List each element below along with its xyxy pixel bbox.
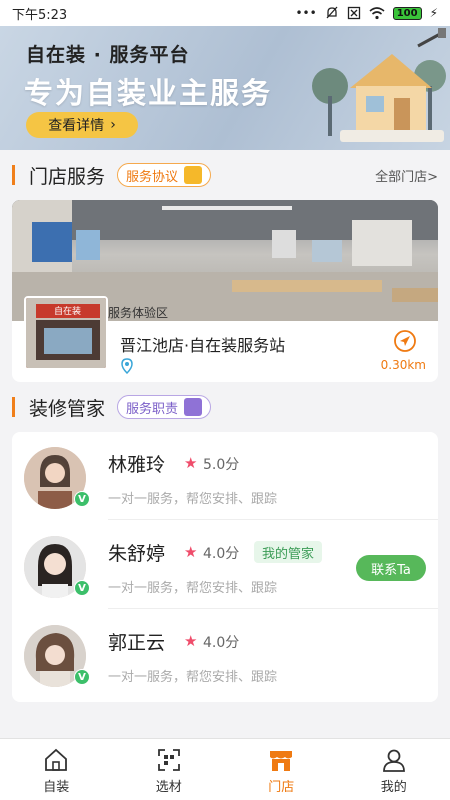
banner-headline: 专为自装业主服务 <box>24 76 273 110</box>
store-icon <box>270 751 293 771</box>
service-agreement-label: 服务协议 <box>126 169 179 185</box>
status-time: 下午5:23 <box>12 7 68 23</box>
steward-name: 郭正云 <box>108 632 166 654</box>
divider <box>108 608 438 609</box>
store-section-title: 门店服务 <box>29 165 106 188</box>
steward-section-title: 装修管家 <box>29 397 106 420</box>
tab-profile[interactable]: 我的 <box>338 739 450 800</box>
store-thumb-sign: 自在装 <box>54 307 82 317</box>
steward-score: 4.0分 <box>203 546 240 562</box>
promo-banner[interactable]: 自在装 · 服务平台 专为自装业主服务 查看详情 › <box>0 26 450 150</box>
steward-description: 一对一服务，帮您安排、跟踪 <box>108 492 278 507</box>
section-accent-bar <box>12 165 15 185</box>
divider <box>108 519 438 520</box>
all-stores-link[interactable]: 全部门店> <box>375 166 438 185</box>
store-section-header: 门店服务 服务协议 全部门店> <box>0 160 450 190</box>
store-photo-sign: 服务体验区 <box>108 306 169 320</box>
chevron-right-icon: › <box>110 117 116 133</box>
steward-row[interactable]: V 郭正云 ★ 4.0分 一对一服务，帮您安排、跟踪 <box>12 610 438 698</box>
location-pin-icon <box>121 358 133 374</box>
section-accent-bar <box>12 397 15 417</box>
home-icon <box>45 748 68 771</box>
service-agreement-pill[interactable]: 服务协议 <box>117 163 212 187</box>
profile-card-icon <box>184 398 203 416</box>
store-distance: 0.30km <box>380 358 426 372</box>
store-thumbnail: 自在装 <box>24 296 108 370</box>
tab-materials-label: 选材 <box>155 780 182 795</box>
tab-home-label: 自装 <box>43 780 70 795</box>
tab-store[interactable]: 门店 <box>225 739 338 800</box>
service-duty-pill[interactable]: 服务职责 <box>117 395 212 419</box>
store-name: 晋江池店·自在装服务站 <box>120 336 286 355</box>
house-illustration <box>312 28 446 142</box>
steward-section-header: 装修管家 服务职责 <box>0 392 450 422</box>
star-icon: ★ <box>184 543 198 561</box>
star-icon: ★ <box>184 454 198 472</box>
mute-icon <box>326 6 338 19</box>
view-details-button[interactable]: 查看详情 › <box>26 112 138 138</box>
steward-score: 4.0分 <box>203 635 240 651</box>
steward-list: V 林雅玲 ★ 5.0分 一对一服务，帮您安排、跟踪 V 朱舒婷 ★ 4.0分 … <box>12 432 438 702</box>
steward-score: 5.0分 <box>203 457 240 473</box>
tab-home[interactable]: 自装 <box>0 739 113 800</box>
battery-icon: 100 <box>392 6 422 20</box>
steward-description: 一对一服务，帮您安排、跟踪 <box>108 670 278 685</box>
star-icon: ★ <box>184 632 198 650</box>
tab-profile-label: 我的 <box>380 780 407 795</box>
dots-icon: ••• <box>295 6 317 20</box>
store-card[interactable]: 服务体验区 自在装 晋江池店·自在装服务站 0.30km <box>12 200 438 382</box>
document-icon <box>184 166 203 184</box>
verified-badge-icon: V <box>74 491 90 507</box>
steward-name: 朱舒婷 <box>108 543 166 565</box>
contact-steward-button[interactable]: 联系Ta <box>356 555 426 581</box>
steward-row[interactable]: V 林雅玲 ★ 5.0分 一对一服务，帮您安排、跟踪 <box>12 432 438 520</box>
tab-materials[interactable]: 选材 <box>113 739 226 800</box>
view-details-label: 查看详情 <box>48 118 105 134</box>
service-duty-label: 服务职责 <box>126 401 179 417</box>
wifi-icon <box>369 6 385 19</box>
my-steward-tag: 我的管家 <box>254 541 323 563</box>
tab-store-label: 门店 <box>268 780 295 795</box>
steward-name: 林雅玲 <box>108 454 166 476</box>
user-icon <box>382 749 405 772</box>
verified-badge-icon: V <box>74 669 90 685</box>
scan-icon <box>157 749 180 771</box>
charging-icon: ⚡ <box>429 6 438 20</box>
bottom-tab-bar: 自装 选材 门店 我的 <box>0 738 450 800</box>
navigation-icon[interactable] <box>394 330 416 352</box>
verified-badge-icon: V <box>74 580 90 596</box>
steward-row[interactable]: V 朱舒婷 ★ 4.0分 我的管家 联系Ta 一对一服务，帮您安排、跟踪 <box>12 521 438 609</box>
status-bar: 下午5:23 ••• 100 ⚡ <box>0 0 450 26</box>
sim-icon <box>347 6 360 20</box>
banner-subtitle: 自在装 · 服务平台 <box>26 44 190 66</box>
steward-description: 一对一服务，帮您安排、跟踪 <box>108 581 278 596</box>
